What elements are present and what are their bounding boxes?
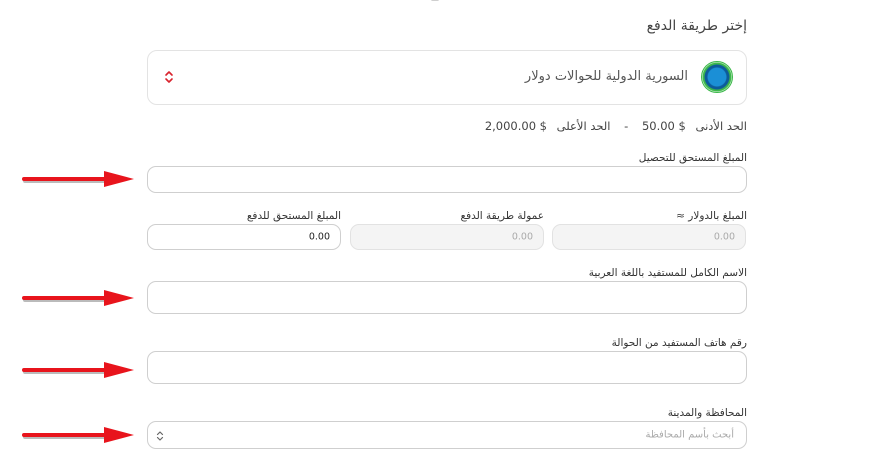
amount-due-payment-input[interactable]: 0.00 xyxy=(147,224,341,250)
beneficiary-phone-input[interactable] xyxy=(147,351,747,384)
section-title: إختر طريقة الدفع xyxy=(646,18,747,34)
amount-due-collection-input[interactable] xyxy=(147,166,747,193)
method-fee-value: 0.00 xyxy=(511,231,533,243)
amount-usd-label: المبلغ بالدولار ≈ xyxy=(676,210,747,222)
max-limit-value: 2,000.00 $ xyxy=(484,119,547,133)
beneficiary-name-input[interactable] xyxy=(147,281,747,314)
governorate-city-placeholder: أبحث بأسم المحافظة xyxy=(645,429,734,441)
payment-method-select[interactable]: السورية الدولية للحوالات دولار xyxy=(147,50,747,105)
top-indicator xyxy=(431,0,439,1)
method-fee-input: 0.00 xyxy=(350,224,544,250)
payment-limits: الحد الأدنى 50.00 $ - الحد الأعلى 2,000.… xyxy=(485,119,747,133)
method-fee-label: عمولة طريقة الدفع xyxy=(460,210,544,222)
amount-usd-input: 0.00 xyxy=(552,224,746,250)
red-arrow-icon xyxy=(22,290,134,306)
select-arrows-icon xyxy=(165,71,173,83)
amount-usd-value: 0.00 xyxy=(713,231,735,243)
governorate-city-select[interactable]: أبحث بأسم المحافظة xyxy=(147,421,747,449)
select-arrows-icon xyxy=(156,431,164,441)
beneficiary-phone-label: رقم هاتف المستفيد من الحوالة xyxy=(611,337,747,349)
min-limit-label: الحد الأدنى xyxy=(695,119,747,133)
amount-due-payment-label: المبلغ المستحق للدفع xyxy=(246,210,341,222)
red-arrow-icon xyxy=(22,171,134,187)
beneficiary-name-label: الاسم الكامل للمستفيد باللغة العربية xyxy=(588,267,747,279)
limit-separator: - xyxy=(624,119,629,133)
payment-method-name: السورية الدولية للحوالات دولار xyxy=(524,69,688,84)
max-limit-label: الحد الأعلى xyxy=(556,119,611,133)
amount-due-payment-value: 0.00 xyxy=(308,231,330,243)
red-arrow-icon xyxy=(22,427,134,443)
min-limit-value: 50.00 $ xyxy=(641,119,686,133)
governorate-city-label: المحافظة والمدينة xyxy=(667,407,747,419)
globe-transfer-icon xyxy=(701,61,733,93)
amount-due-collection-label: المبلغ المستحق للتحصيل xyxy=(638,152,747,164)
red-arrow-icon xyxy=(22,362,134,378)
